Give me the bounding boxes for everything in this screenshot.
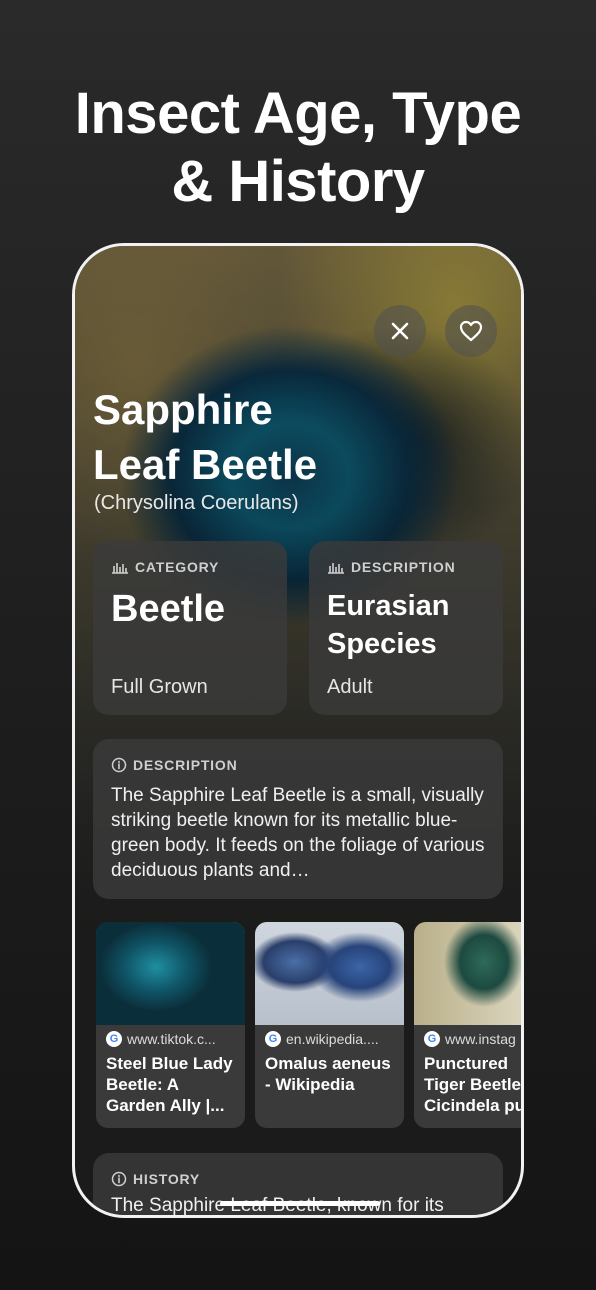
insect-name-line-1: Sapphire bbox=[93, 386, 273, 433]
result-image bbox=[96, 922, 245, 1025]
google-icon: G bbox=[265, 1031, 281, 1047]
description-label: DESCRIPTION bbox=[133, 757, 238, 773]
result-image bbox=[255, 922, 404, 1025]
info-icon bbox=[111, 1171, 127, 1187]
category-sub: Full Grown bbox=[111, 676, 208, 698]
species-sub: Adult bbox=[327, 676, 373, 698]
result-card[interactable]: G www.instag Punctured Tiger Beetle Cici… bbox=[414, 922, 524, 1128]
result-source: G en.wikipedia.... bbox=[255, 1025, 404, 1047]
category-card[interactable]: CATEGORY Beetle Full Grown bbox=[93, 541, 287, 715]
phone-frame: Sapphire Leaf Beetle (Chrysolina Coerula… bbox=[72, 243, 524, 1218]
web-results: G www.tiktok.c... Steel Blue Lady Beetle… bbox=[96, 922, 524, 1132]
species-label-row: DESCRIPTION bbox=[327, 559, 485, 575]
species-card[interactable]: DESCRIPTION Eurasian Species Adult bbox=[309, 541, 503, 715]
description-card[interactable]: DESCRIPTION The Sapphire Leaf Beetle is … bbox=[93, 739, 503, 899]
google-icon: G bbox=[106, 1031, 122, 1047]
google-icon: G bbox=[424, 1031, 440, 1047]
species-label: DESCRIPTION bbox=[351, 559, 456, 575]
info-icon bbox=[111, 757, 127, 773]
species-value: Eurasian Species bbox=[327, 587, 485, 663]
result-source-text: www.instag bbox=[445, 1031, 516, 1047]
result-card[interactable]: G en.wikipedia.... Omalus aeneus - Wikip… bbox=[255, 922, 404, 1128]
scientific-name: (Chrysolina Coerulans) bbox=[94, 492, 299, 514]
category-label: CATEGORY bbox=[135, 559, 220, 575]
insect-name-line-2: Leaf Beetle bbox=[93, 441, 318, 488]
history-card[interactable]: HISTORY The Sapphire Leaf Beetle, known … bbox=[93, 1153, 503, 1215]
result-title: Punctured Tiger Beetle Cicindela pu bbox=[424, 1054, 524, 1115]
category-value: Beetle bbox=[111, 588, 226, 630]
close-button[interactable] bbox=[374, 305, 426, 357]
result-source-text: en.wikipedia.... bbox=[286, 1031, 379, 1047]
result-title: Steel Blue Lady Beetle: A Garden Ally |.… bbox=[106, 1054, 233, 1115]
result-card[interactable]: G www.tiktok.c... Steel Blue Lady Beetle… bbox=[96, 922, 245, 1128]
species-value-line-2: Species bbox=[327, 628, 437, 660]
chart-icon bbox=[112, 563, 128, 574]
favorite-button[interactable] bbox=[445, 305, 497, 357]
history-label-row: HISTORY bbox=[111, 1171, 485, 1187]
description-label-row: DESCRIPTION bbox=[111, 757, 485, 773]
headline-line-1: Insect Age, Type bbox=[74, 81, 522, 146]
description-text: The Sapphire Leaf Beetle is a small, vis… bbox=[111, 785, 485, 881]
history-label: HISTORY bbox=[133, 1171, 201, 1187]
insect-name: Sapphire Leaf Beetle bbox=[93, 382, 493, 492]
headline-line-2: & History bbox=[171, 149, 425, 214]
result-source: G www.instag bbox=[414, 1025, 521, 1047]
heart-icon bbox=[459, 320, 483, 342]
result-title: Omalus aeneus - Wikipedia bbox=[265, 1054, 391, 1094]
promo-headline: Insect Age, Type & History bbox=[0, 80, 596, 216]
home-indicator[interactable] bbox=[220, 1201, 380, 1206]
result-source: G www.tiktok.c... bbox=[96, 1025, 245, 1047]
close-icon bbox=[391, 322, 409, 340]
chart-icon bbox=[328, 563, 344, 574]
species-value-line-1: Eurasian bbox=[327, 590, 450, 622]
category-label-row: CATEGORY bbox=[111, 559, 269, 575]
result-image bbox=[414, 922, 521, 1025]
result-source-text: www.tiktok.c... bbox=[127, 1031, 216, 1047]
